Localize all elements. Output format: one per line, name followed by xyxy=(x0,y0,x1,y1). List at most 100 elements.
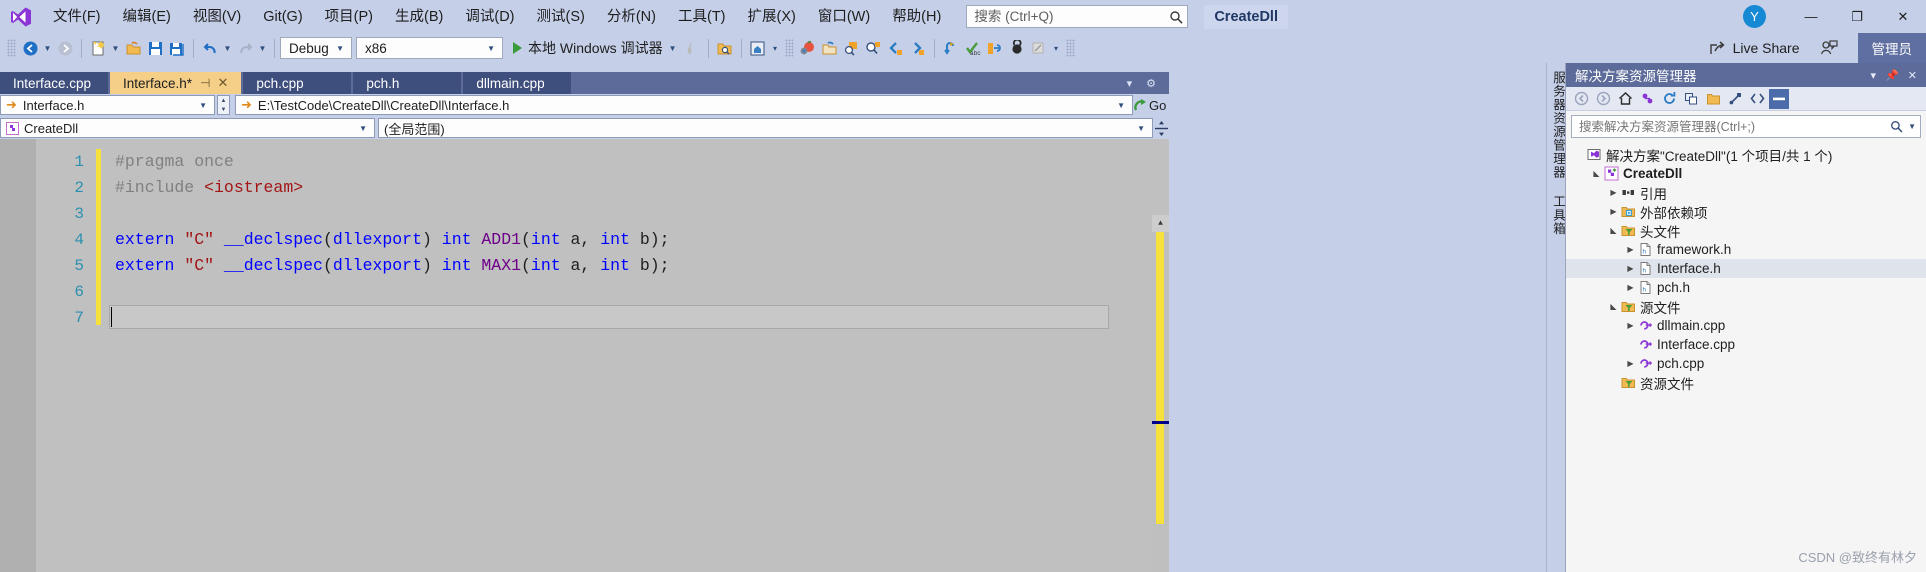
tree-item-dllmain.cpp[interactable]: ▶ dllmain.cpp xyxy=(1566,316,1926,335)
tree-item-[interactable]: ◣ 源文件 xyxy=(1566,297,1926,316)
toolbar-grip[interactable] xyxy=(1065,39,1075,57)
menu-help[interactable]: 帮助(H) xyxy=(881,3,952,31)
code-editor[interactable]: 1 2 3 4 5 6 7 #pragma once #include <ios… xyxy=(0,139,1169,572)
forward-icon[interactable] xyxy=(1593,89,1613,109)
expand-twisty-icon[interactable]: ◣ xyxy=(1606,226,1621,235)
home-icon[interactable] xyxy=(1615,89,1635,109)
undo-dropdown-icon[interactable]: ▼ xyxy=(221,37,234,59)
tree-item-interface.cpp[interactable]: Interface.cpp xyxy=(1566,335,1926,354)
new-project-icon[interactable] xyxy=(87,37,109,59)
search-input[interactable] xyxy=(974,9,1170,24)
tree-item-pch.h[interactable]: ▶ h pch.h xyxy=(1566,278,1926,297)
remove-parameters-icon[interactable] xyxy=(1028,37,1050,59)
tab-overflow-icon[interactable]: ▾ xyxy=(1120,77,1140,90)
file-selector-combo[interactable]: ➜ Interface.h ▼ xyxy=(0,95,215,115)
panel-dropdown-icon[interactable]: ▾ xyxy=(1871,69,1877,82)
member-scope-combo[interactable]: (全局范围) ▼ xyxy=(378,118,1153,138)
home-view-dropdown-icon[interactable]: ▾ xyxy=(769,37,782,59)
menu-test[interactable]: 测试(S) xyxy=(526,3,596,31)
start-debugging-button[interactable]: 本地 Windows 调试器 ▼ xyxy=(509,37,681,59)
tree-item-[interactable]: 资源文件 xyxy=(1566,373,1926,392)
tree-item-[interactable]: ◣ 头文件 xyxy=(1566,221,1926,240)
step-into-new-instance-icon[interactable] xyxy=(819,37,841,59)
tab-pch-cpp[interactable]: pch.cpp xyxy=(243,72,352,94)
show-all-files-icon[interactable] xyxy=(1703,89,1723,109)
tree-item-[interactable]: ▶ 外部依赖项 xyxy=(1566,202,1926,221)
new-project-dropdown-icon[interactable]: ▼ xyxy=(109,37,122,59)
toolbar-overflow-icon[interactable]: ▾ xyxy=(1050,37,1063,59)
code-text-area[interactable]: #pragma once #include <iostream> extern … xyxy=(101,139,1169,572)
solution-search-input[interactable] xyxy=(1579,119,1891,134)
properties-icon[interactable] xyxy=(1725,89,1745,109)
navigate-backward-dropdown-icon[interactable]: ▼ xyxy=(41,37,54,59)
editor-vertical-scrollbar[interactable]: ▲ ▼ xyxy=(1152,215,1169,572)
live-share-button[interactable]: Live Share xyxy=(1701,40,1808,57)
collapse-twisty-icon[interactable]: ▶ xyxy=(1623,359,1638,368)
avatar[interactable]: Y xyxy=(1743,5,1766,28)
tree-item-[interactable]: ▶ 引用 xyxy=(1566,183,1926,202)
menu-project[interactable]: 项目(P) xyxy=(314,3,384,31)
expand-twisty-icon[interactable]: ◣ xyxy=(1606,302,1621,311)
menu-tools[interactable]: 工具(T) xyxy=(667,3,737,31)
hot-reload-icon[interactable] xyxy=(681,37,703,59)
pending-changes-icon[interactable] xyxy=(1637,89,1657,109)
collapse-twisty-icon[interactable]: ▶ xyxy=(1606,188,1621,197)
menu-build[interactable]: 生成(B) xyxy=(384,3,454,31)
navigate-forward-icon[interactable] xyxy=(54,37,76,59)
collapse-all-icon[interactable] xyxy=(1681,89,1701,109)
tree-item-createdll11[interactable]: 解决方案"CreateDll"(1 个项目/共 1 个) xyxy=(1566,145,1926,164)
extract-method-icon[interactable] xyxy=(940,37,962,59)
split-window-icon[interactable] xyxy=(1153,118,1169,138)
menu-view[interactable]: 视图(V) xyxy=(182,3,252,31)
collapse-twisty-icon[interactable]: ▶ xyxy=(1623,321,1638,330)
back-icon[interactable] xyxy=(1571,89,1591,109)
toolbar-grip[interactable] xyxy=(7,39,16,57)
collapse-twisty-icon[interactable]: ▶ xyxy=(1623,264,1638,273)
menu-file[interactable]: 文件(F) xyxy=(42,3,112,31)
pin-icon[interactable]: ⊣ xyxy=(200,76,210,90)
solution-explorer-search[interactable]: ▼ xyxy=(1571,115,1921,138)
find-in-files-icon[interactable] xyxy=(714,37,736,59)
maximize-button[interactable]: ❐ xyxy=(1834,0,1880,33)
expand-twisty-icon[interactable]: ◣ xyxy=(1589,169,1604,178)
redo-dropdown-icon[interactable]: ▼ xyxy=(256,37,269,59)
save-all-icon[interactable] xyxy=(166,37,188,59)
collapse-twisty-icon[interactable]: ▶ xyxy=(1623,245,1638,254)
menu-debug[interactable]: 调试(D) xyxy=(454,3,525,31)
close-button[interactable]: ✕ xyxy=(1880,0,1926,33)
toolbar-grip[interactable] xyxy=(784,39,794,57)
scroll-up-icon[interactable]: ▲ xyxy=(1152,215,1169,232)
tree-item-createdll[interactable]: ◣ CreateDll xyxy=(1566,164,1926,183)
feedback-person-icon[interactable] xyxy=(1818,37,1840,59)
gear-icon[interactable]: ⚙ xyxy=(1139,77,1163,90)
open-file-icon[interactable] xyxy=(122,37,144,59)
minimize-button[interactable]: — xyxy=(1788,0,1834,33)
undo-icon[interactable] xyxy=(199,37,221,59)
nav-spinner[interactable]: ▲ ▼ xyxy=(217,95,230,115)
tree-item-framework.h[interactable]: ▶ h framework.h xyxy=(1566,240,1926,259)
search-symbol-icon[interactable] xyxy=(863,37,885,59)
tree-item-pch.cpp[interactable]: ▶ pch.cpp xyxy=(1566,354,1926,373)
solution-configuration-combo[interactable]: Debug ▼ xyxy=(280,37,352,59)
tab-interface-h[interactable]: Interface.h* ⊣ ✕ xyxy=(110,72,242,94)
rename-icon[interactable]: abc xyxy=(962,37,984,59)
close-icon[interactable]: ✕ xyxy=(218,75,229,91)
solution-tree[interactable]: 解决方案"CreateDll"(1 个项目/共 1 个) ◣ CreateDll ▶ 引… xyxy=(1566,142,1926,392)
navigate-forward-stack-icon[interactable] xyxy=(907,37,929,59)
close-icon[interactable]: ✕ xyxy=(1908,69,1917,82)
project-scope-combo[interactable]: CreateDll ▼ xyxy=(0,118,375,138)
tree-item-interface.h[interactable]: ▶ h Interface.h xyxy=(1566,259,1926,278)
encapsulate-field-icon[interactable] xyxy=(984,37,1006,59)
chevron-down-icon[interactable]: ▼ xyxy=(1903,122,1916,131)
quick-launch-search[interactable] xyxy=(966,5,1189,28)
home-view-icon[interactable] xyxy=(747,37,769,59)
solution-platform-combo[interactable]: x86 ▼ xyxy=(356,37,503,59)
tab-interface-cpp[interactable]: Interface.cpp xyxy=(0,72,108,94)
quick-watch-icon[interactable] xyxy=(797,37,819,59)
extract-interface-icon[interactable] xyxy=(1006,37,1028,59)
menu-window[interactable]: 窗口(W) xyxy=(807,3,881,31)
menu-analyze[interactable]: 分析(N) xyxy=(596,3,667,31)
find-references-icon[interactable] xyxy=(841,37,863,59)
preview-selected-items-icon[interactable] xyxy=(1769,88,1789,109)
tab-dllmain-cpp[interactable]: dllmain.cpp xyxy=(463,72,572,94)
